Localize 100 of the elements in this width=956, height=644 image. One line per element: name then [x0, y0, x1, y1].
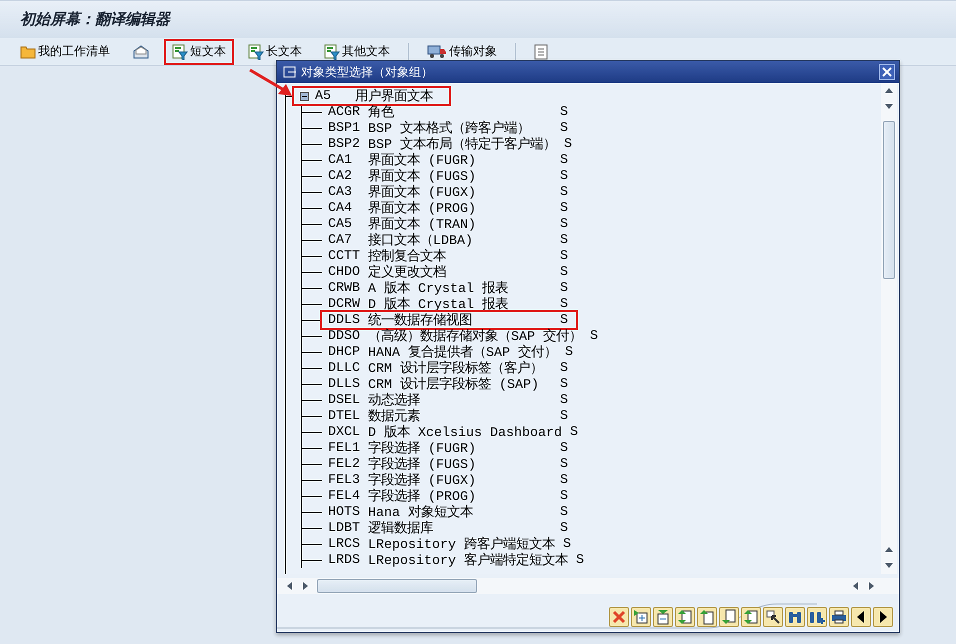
object-type-text[interactable]: 界面文本 (FUGX) [368, 183, 560, 201]
object-type-text[interactable]: 接口文本（LDBA) [368, 231, 560, 249]
object-type-text[interactable]: 界面文本 (PROG) [368, 199, 560, 217]
close-button[interactable] [879, 64, 895, 80]
object-type-text[interactable]: HANA 复合提供者（SAP 交付） [368, 343, 565, 361]
expand-button[interactable] [631, 607, 651, 627]
object-type-code[interactable]: DCRW [328, 296, 368, 312]
toolbar-button[interactable]: 我的工作清单 [12, 38, 118, 64]
previous-button[interactable] [851, 607, 871, 627]
envelope-stack-icon [132, 44, 150, 60]
object-type-text[interactable]: 字段选择 (FUGS) [368, 455, 560, 473]
scroll-thumb[interactable] [317, 579, 477, 593]
scroll-left-icon[interactable] [853, 582, 858, 590]
move-down-button[interactable] [719, 607, 739, 627]
printer-icon [831, 609, 847, 625]
object-type-code[interactable]: CRWB [328, 280, 368, 296]
object-type-code[interactable]: FEL4 [328, 488, 368, 504]
object-type-text[interactable]: 字段选择 (FUGX) [368, 471, 560, 489]
object-type-text[interactable]: 逻辑数据库 [368, 519, 560, 537]
vertical-scrollbar[interactable] [881, 83, 897, 574]
object-type-code[interactable]: LRDS [328, 552, 368, 568]
object-type-code[interactable]: CHDO [328, 264, 368, 280]
object-type-text[interactable]: 界面文本 (FUGR) [368, 151, 560, 169]
print-button[interactable] [829, 607, 849, 627]
tree-toggle[interactable] [300, 92, 309, 100]
expand-all-button[interactable] [675, 607, 695, 627]
node-code[interactable]: A5 [315, 88, 355, 104]
object-type-code[interactable]: LDBT [328, 520, 368, 536]
object-type-text[interactable]: 动态选择 [368, 391, 560, 409]
object-type-code[interactable]: CA4 [328, 200, 368, 216]
scroll-left-icon[interactable] [287, 582, 292, 590]
object-type-code[interactable]: CA1 [328, 152, 368, 168]
object-type-code[interactable]: LRCS [328, 536, 368, 552]
object-type-code[interactable]: FEL3 [328, 472, 368, 488]
object-type-text[interactable]: （高级）数据存储对象（SAP 交付） [368, 327, 590, 345]
object-type-code[interactable]: BSP2 [328, 136, 368, 152]
object-type-text[interactable]: BSP 文本格式（跨客户端） [368, 119, 560, 137]
horizontal-scrollbar[interactable] [277, 578, 899, 594]
object-type-text[interactable]: D 版本 Crystal 报表 [368, 295, 560, 313]
object-type-text[interactable]: Hana 对象短文本 [368, 503, 560, 521]
object-type-code[interactable]: DHCP [328, 344, 368, 360]
object-type-text[interactable]: LRepository 客户端特定短文本 [368, 551, 576, 569]
object-type-code[interactable]: CCTT [328, 248, 368, 264]
find-next-button[interactable] [807, 607, 827, 627]
scroll-down-icon[interactable] [885, 563, 893, 568]
object-type-text[interactable]: 统一数据存储视图 [368, 311, 560, 329]
collapse-button[interactable] [653, 607, 673, 627]
object-type-text[interactable]: LRepository 跨客户端短文本 [368, 535, 563, 553]
scroll-down-icon[interactable] [885, 104, 893, 109]
filter-document-icon [172, 44, 188, 60]
sort-button[interactable] [741, 607, 761, 627]
object-type-text[interactable]: D 版本 Xcelsius Dashboard [368, 423, 570, 441]
object-type-text[interactable]: 字段选择 (PROG) [368, 487, 560, 505]
next-button[interactable] [873, 607, 893, 627]
object-type-text[interactable]: CRM 设计层字段标签 (SAP) [368, 375, 560, 393]
object-type-code[interactable]: FEL2 [328, 456, 368, 472]
object-type-code[interactable]: HOTS [328, 504, 368, 520]
object-type-code[interactable]: DTEL [328, 408, 368, 424]
object-type-text[interactable]: 定义更改文档 [368, 263, 560, 281]
object-type-text[interactable]: 角色 [368, 103, 560, 121]
flag-label: S [560, 360, 568, 376]
toolbar-button[interactable]: 传输对象 [419, 38, 505, 64]
binoculars-icon [787, 609, 803, 625]
object-type-code[interactable]: ACGR [328, 104, 368, 120]
double-arrow-icon [743, 609, 759, 625]
object-type-text[interactable]: BSP 文本布局（特定于客户端） [368, 135, 564, 153]
object-type-code[interactable]: BSP1 [328, 120, 368, 136]
object-type-code[interactable]: CA5 [328, 216, 368, 232]
object-type-code[interactable]: DDSO [328, 328, 368, 344]
object-type-text[interactable]: 数据元素 [368, 407, 560, 425]
object-type-code[interactable]: DSEL [328, 392, 368, 408]
select-button[interactable] [763, 607, 783, 627]
object-type-text[interactable]: 界面文本 (TRAN) [368, 215, 560, 233]
flag-label: S [560, 280, 568, 296]
window-icon [283, 66, 297, 78]
scroll-right-icon[interactable] [303, 582, 308, 590]
object-type-code[interactable]: DLLS [328, 376, 368, 392]
find-button[interactable] [785, 607, 805, 627]
object-type-code[interactable]: CA7 [328, 232, 368, 248]
object-type-code[interactable]: DXCL [328, 424, 368, 440]
flag-label: S [560, 456, 568, 472]
move-up-button[interactable] [697, 607, 717, 627]
object-type-code[interactable]: DLLC [328, 360, 368, 376]
object-type-text[interactable]: A 版本 Crystal 报表 [368, 279, 560, 297]
object-type-text[interactable]: 界面文本 (FUGS) [368, 167, 560, 185]
scroll-right-icon[interactable] [869, 582, 874, 590]
up-arrow-icon [699, 609, 715, 625]
toolbar-button[interactable]: 短文本 [164, 38, 234, 64]
object-type-code[interactable]: FEL1 [328, 440, 368, 456]
scroll-up-icon[interactable] [885, 88, 893, 93]
object-type-text[interactable]: CRM 设计层字段标签（客户） [368, 359, 560, 377]
scroll-up-icon[interactable] [885, 547, 893, 552]
object-type-code[interactable]: CA3 [328, 184, 368, 200]
scroll-thumb[interactable] [883, 121, 895, 279]
object-type-code[interactable]: CA2 [328, 168, 368, 184]
object-type-text[interactable]: 字段选择 (FUGR) [368, 439, 560, 457]
object-type-code[interactable]: DDLS [328, 312, 368, 328]
double-arrow-icon [677, 609, 693, 625]
node-text[interactable]: 用户界面文本 [355, 87, 441, 105]
object-type-text[interactable]: 控制复合文本 [368, 247, 560, 265]
